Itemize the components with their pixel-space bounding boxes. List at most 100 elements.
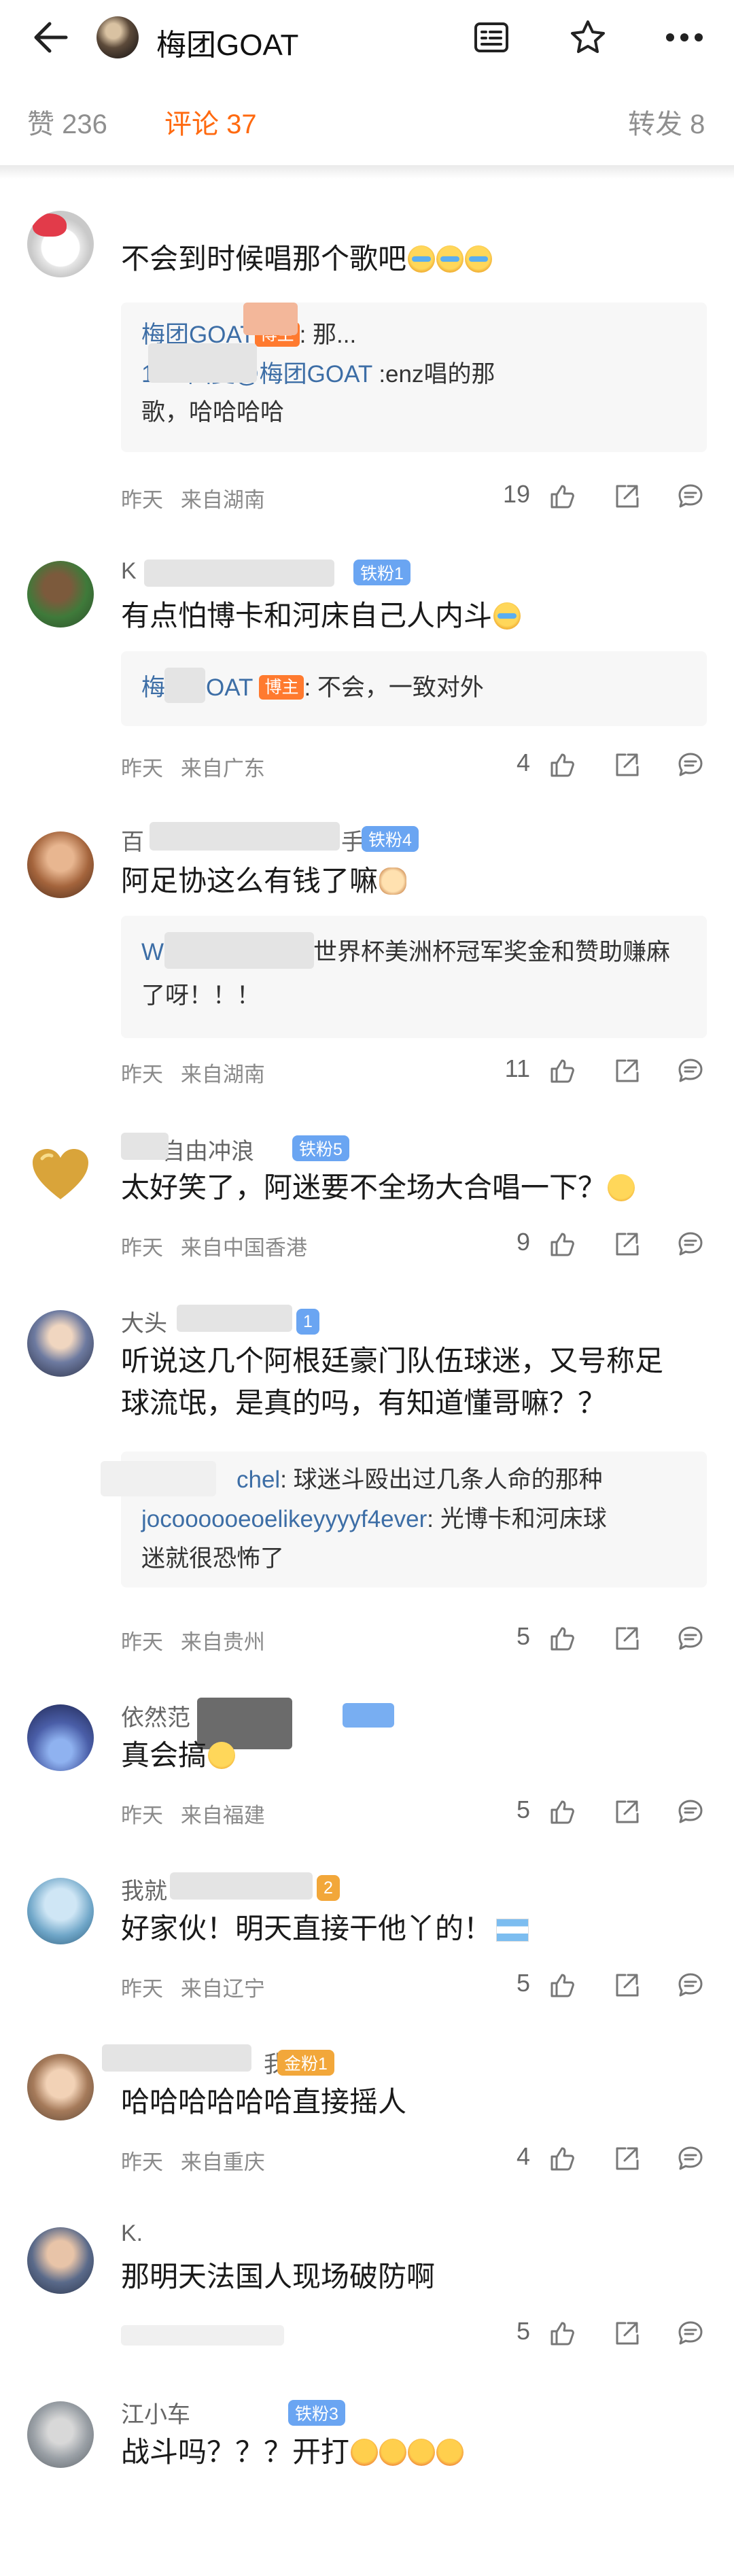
reply-button[interactable]	[671, 477, 710, 515]
like-count: 5	[516, 1969, 530, 1997]
list-button[interactable]	[468, 15, 515, 60]
fan-badge: 金粉1	[277, 2050, 334, 2076]
thumb-up-icon	[549, 1057, 576, 1084]
share-button[interactable]	[608, 2140, 646, 2178]
like-button[interactable]	[544, 746, 582, 784]
avatar[interactable]	[27, 1878, 94, 1944]
blur-mask	[148, 343, 257, 383]
comment-meta: 昨天 来自中国香港	[121, 1236, 307, 1260]
angry-emoji	[436, 2439, 464, 2466]
share-icon	[613, 1798, 640, 1825]
comment-icon	[677, 1972, 704, 1999]
comment-meta: 昨天 来自福建	[121, 1804, 265, 1827]
share-button[interactable]	[608, 746, 646, 784]
username[interactable]: 江小车	[121, 2396, 190, 2429]
username[interactable]: 我就	[121, 1872, 167, 1906]
reply-button[interactable]	[671, 1225, 710, 1263]
avatar[interactable]	[27, 831, 94, 898]
blur-mask	[164, 932, 314, 969]
username[interactable]: K	[121, 558, 137, 585]
username[interactable]: 大头	[121, 1305, 167, 1338]
avatar[interactable]	[27, 211, 94, 277]
like-button[interactable]	[544, 1052, 582, 1090]
reply-button[interactable]	[671, 1793, 710, 1831]
like-button[interactable]	[544, 2140, 582, 2178]
like-button[interactable]	[544, 1619, 582, 1658]
avatar[interactable]	[27, 2054, 94, 2120]
blur-mask	[101, 1461, 216, 1496]
reply-line: 梅 OAT 博主: 不会，一致对外	[141, 674, 484, 701]
share-icon	[613, 2145, 640, 2172]
like-button[interactable]	[544, 1225, 582, 1263]
laugh-cry-emoji	[465, 245, 493, 273]
like-button[interactable]	[544, 1793, 582, 1831]
comment-text: 那明天法国人现场破防啊	[121, 2261, 436, 2292]
avatar[interactable]	[27, 2401, 94, 2468]
reply-box[interactable]: 梅团GOAT博主: 那... 123 回复@梅团GOAT :enz唱的那 歌，哈…	[121, 303, 707, 452]
tab-comments[interactable]: 评论 37	[164, 102, 257, 141]
like-button[interactable]	[544, 1966, 582, 2004]
reply-button[interactable]	[671, 2140, 710, 2178]
like-button[interactable]	[544, 477, 582, 515]
avatar[interactable]	[27, 2227, 94, 2294]
comment-text: 太好笑了，阿迷要不全场大合唱一下？	[121, 1167, 699, 1209]
reply-box[interactable]: chel: 球迷斗殴出过几条人命的那种 jocoooooeoelikeyyyyf…	[101, 1452, 707, 1587]
blur-mask	[121, 2325, 284, 2346]
reply-button[interactable]	[671, 746, 710, 784]
thumb-up-icon	[549, 1625, 576, 1652]
tab-reposts[interactable]: 转发 8	[628, 102, 705, 141]
more-button[interactable]	[661, 15, 708, 60]
tab-likes[interactable]: 赞 236	[27, 102, 107, 141]
angry-emoji	[408, 2439, 436, 2466]
blur-mask	[121, 1133, 169, 1160]
thumb-up-icon	[549, 1798, 576, 1825]
like-count: 4	[516, 2142, 530, 2170]
favorite-button[interactable]	[564, 15, 612, 60]
reply-button[interactable]	[671, 1966, 710, 2004]
blur-mask	[177, 1305, 292, 1332]
reply-box[interactable]: W 世界杯美洲杯冠军奖金和赞助赚麻 了呀！！！	[121, 916, 707, 1038]
share-button[interactable]	[608, 2314, 646, 2352]
reply-box[interactable]: 梅 OAT 博主: 不会，一致对外	[121, 651, 707, 726]
share-button[interactable]	[608, 1966, 646, 2004]
share-button[interactable]	[608, 1225, 646, 1263]
avatar[interactable]	[97, 16, 139, 58]
blur-mask	[144, 560, 334, 587]
reply-button[interactable]	[671, 2314, 710, 2352]
fan-badge: 1	[296, 1309, 319, 1335]
share-button[interactable]	[608, 477, 646, 515]
username[interactable]: 依然范	[121, 1699, 190, 1732]
avatar[interactable]	[27, 1704, 94, 1771]
reply-button[interactable]	[671, 1619, 710, 1658]
star-icon	[571, 20, 605, 53]
divider	[0, 165, 734, 179]
angry-emoji	[379, 2439, 407, 2466]
cat-emoji	[379, 868, 407, 895]
share-button[interactable]	[608, 1619, 646, 1658]
comment-text: 球流氓，是真的吗，有知道懂哥嘛？？	[121, 1387, 607, 1419]
comment-icon	[677, 2320, 704, 2347]
angry-emoji	[351, 2439, 379, 2466]
comment-icon	[677, 1231, 704, 1258]
blur-mask	[102, 2044, 251, 2072]
like-button[interactable]	[544, 2314, 582, 2352]
blur-mask	[164, 668, 205, 703]
blur-mask	[170, 1872, 313, 1900]
comment-text: 真会搞	[121, 1734, 699, 1776]
reply-button[interactable]	[671, 1052, 710, 1090]
like-count: 9	[516, 1228, 530, 1256]
share-button[interactable]	[608, 1793, 646, 1831]
share-icon	[613, 1972, 640, 1999]
gold-heart-icon	[33, 1149, 88, 1199]
avatar[interactable]	[27, 561, 94, 628]
username[interactable]: K.	[121, 2220, 143, 2247]
comment-meta: 昨天 来自辽宁	[121, 1977, 265, 2001]
avatar[interactable]	[27, 1310, 94, 1377]
back-button[interactable]	[27, 15, 75, 60]
share-button[interactable]	[608, 1052, 646, 1090]
thumb-up-icon	[549, 751, 576, 778]
laugh-cry-emoji	[408, 245, 436, 273]
comment-icon	[677, 1798, 704, 1825]
avatar[interactable]	[27, 1142, 94, 1209]
comment-icon	[677, 751, 704, 778]
